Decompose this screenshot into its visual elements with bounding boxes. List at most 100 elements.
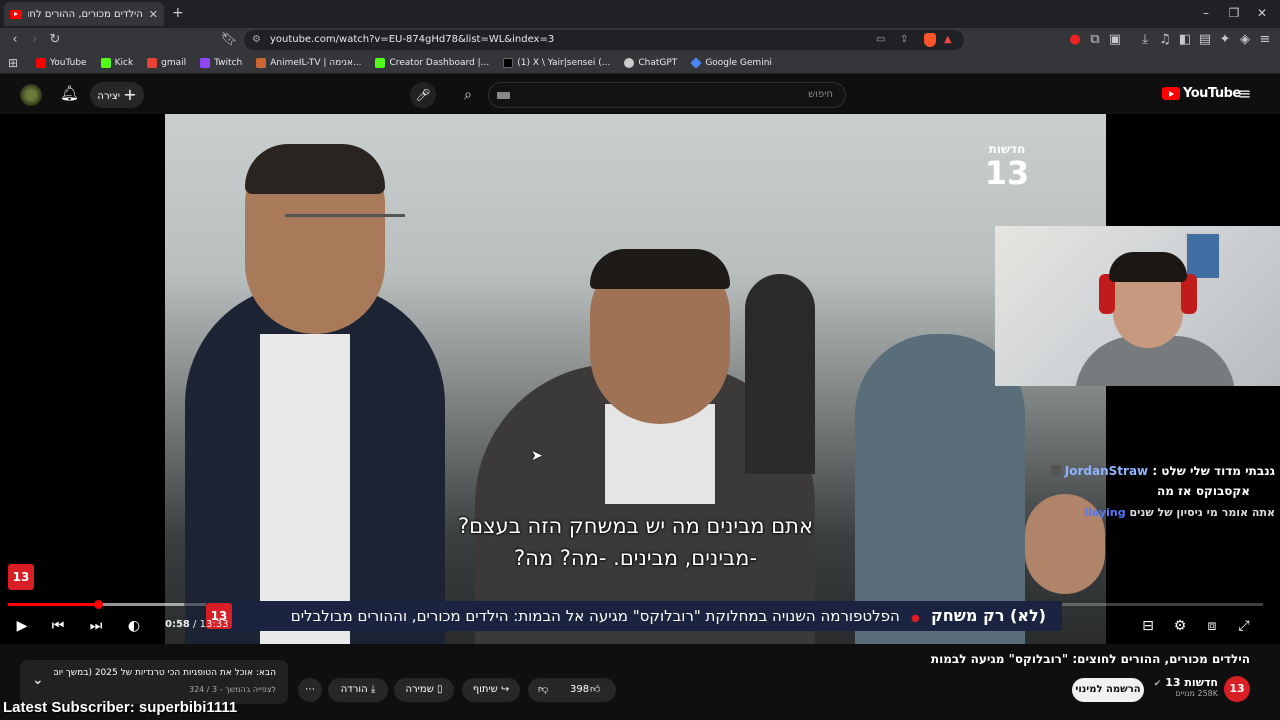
x-icon — [503, 57, 514, 68]
stream-chat-overlay: גנבתי מדוד שלי שלט : JordanStraw אקסבוקס… — [1030, 464, 1275, 519]
volume-icon[interactable]: ◐ — [122, 614, 146, 638]
like-icon[interactable]: 👍︎ — [590, 678, 600, 702]
youtube-icon — [36, 57, 46, 68]
ticker-bullet-icon: ● — [911, 613, 920, 624]
screenshot-icon[interactable]: ▣ — [1106, 31, 1124, 49]
create-label: יצירה — [97, 91, 120, 102]
brave-shield-icon[interactable] — [924, 33, 936, 47]
ticker-headline: (לא) רק משחק — [931, 606, 1046, 625]
bookmark-label: gmail — [161, 57, 187, 68]
brave-rewards-icon[interactable]: ▲ — [944, 30, 952, 50]
video-frame[interactable]: חדשות 13 אתם מבינים מה יש במשחק הזה בעצם… — [165, 114, 1106, 644]
new-tab-icon[interactable]: + — [172, 5, 184, 21]
search-input[interactable]: חיפוש — [488, 82, 846, 108]
save-button[interactable]: שמירה ▯ — [394, 678, 454, 702]
create-button[interactable]: יצירה + — [90, 82, 144, 108]
address-bar[interactable]: ⚙︎ youtube.com/watch?v=EU-874gHd78&list=… — [244, 30, 964, 50]
subscribe-button[interactable]: הרשמה למינוי — [1072, 678, 1144, 702]
bookmark-icon[interactable]: 🔖︎ — [220, 31, 238, 49]
share-button[interactable]: שיתוף ↪ — [462, 678, 520, 702]
media-icon[interactable]: ♫ — [1156, 31, 1174, 49]
leo-ai-icon[interactable]: ✦ — [1216, 31, 1234, 49]
twitch-icon — [200, 57, 211, 68]
subtitle-line-2: -מבינים, מבינים. -מה? מה? — [513, 546, 758, 570]
vpn-icon[interactable]: ◈ — [1236, 31, 1254, 49]
extensions-icon[interactable]: ⧉ — [1086, 31, 1104, 49]
avatar[interactable] — [20, 84, 42, 106]
settings-gear-icon[interactable]: ⚙ — [1168, 614, 1192, 638]
video-player[interactable]: חדשות 13 אתם מבינים מה יש במשחק הזה בעצם… — [0, 114, 1280, 644]
bookmark-twitch[interactable]: Twitch — [200, 57, 242, 68]
record-icon[interactable]: ● — [1066, 31, 1084, 49]
person-left-tshirt — [260, 334, 350, 644]
channel-13-number: 13 — [984, 154, 1030, 192]
verified-icon: ✔ — [1153, 679, 1162, 689]
voice-search-icon[interactable]: 🎤︎ — [410, 82, 436, 108]
browser-nav-bar: ‹ › ↻ 🔖︎ ⚙︎ youtube.com/watch?v=EU-874gH… — [0, 28, 1280, 52]
bookmark-kick[interactable]: Kick — [100, 57, 133, 68]
bookmarks-bar: ⊞ YouTube Kick gmail Twitch AnimeIL-TV |… — [0, 52, 1280, 74]
search-icon[interactable]: ⌕ — [452, 82, 484, 108]
restore-icon[interactable]: ❐ — [1224, 4, 1244, 22]
notifications-bell-icon[interactable]: 🔔︎ — [60, 84, 79, 102]
chevron-down-icon[interactable]: ⌄ — [32, 672, 44, 688]
kick-icon — [375, 57, 386, 68]
gmail-icon — [147, 57, 158, 68]
back-icon[interactable]: ‹ — [6, 31, 24, 49]
previous-icon[interactable]: ⏮ — [46, 614, 70, 638]
keyboard-icon[interactable] — [497, 92, 510, 99]
chat-username: JordanStraw — [1064, 464, 1149, 478]
subtitles-icon[interactable]: ⊟ — [1136, 614, 1160, 638]
cast-icon[interactable]: ▭ — [876, 30, 885, 50]
streamer-webcam — [995, 226, 1280, 386]
forward-icon[interactable]: › — [26, 31, 44, 49]
bookmark-creator-dashboard[interactable]: Creator Dashboard |... — [375, 57, 489, 68]
miniplayer-icon[interactable]: ⧈ — [1200, 614, 1224, 638]
apps-grid-icon[interactable]: ⊞ — [8, 56, 18, 70]
dislike-icon[interactable]: 👎︎ — [538, 678, 548, 702]
bookmark-gemini[interactable]: Google Gemini — [690, 56, 772, 69]
bookmark-label: Google Gemini — [705, 57, 772, 68]
site-info-icon[interactable]: ⚙︎ — [252, 30, 261, 50]
chat-username: llaying — [1084, 506, 1126, 519]
chatgpt-icon — [624, 57, 635, 68]
tab-title: הילדים מכורים, ההורים לחוצים: "ר — [28, 8, 143, 20]
scrubber-handle[interactable] — [94, 600, 104, 609]
bookmark-animeil[interactable]: AnimeIL-TV | אנימה... — [256, 57, 361, 68]
bookmark-label: YouTube — [50, 57, 87, 68]
bookmark-youtube[interactable]: YouTube — [36, 57, 87, 68]
playlist-next-panel[interactable]: ⌄ הבא: אוכל את הטופגיות הכי טרנדיות של 2… — [20, 660, 288, 704]
download-icon: ⤓ — [370, 684, 376, 695]
downloads-icon[interactable]: ⤓ — [1136, 31, 1154, 49]
chat-text: אתה אומר מי ניסיון של שנים — [1129, 506, 1275, 519]
bookmark-chatgpt[interactable]: ChatGPT — [624, 57, 677, 68]
bookmark-gmail[interactable]: gmail — [147, 57, 187, 68]
kick-badge-icon — [1050, 465, 1061, 475]
sidebar-icon[interactable]: ◧ — [1176, 31, 1194, 49]
fullscreen-icon[interactable]: ⤢ — [1232, 614, 1256, 638]
play-icon[interactable]: ▶ — [10, 614, 34, 638]
more-actions-button[interactable]: ⋯ — [298, 678, 322, 702]
share-page-icon[interactable]: ⇪ — [900, 30, 908, 50]
youtube-logo[interactable]: YouTube — [1162, 86, 1241, 101]
close-window-icon[interactable]: ✕ — [1252, 4, 1272, 22]
bookmark-x[interactable]: (1) X \ Yair|sensei (... — [503, 57, 610, 68]
person-center-hair — [590, 249, 730, 289]
browser-tab[interactable]: הילדים מכורים, ההורים לחוצים: "ר ✕ — [4, 2, 164, 26]
share-label: שיתוף — [472, 684, 498, 695]
close-tab-icon[interactable]: ✕ — [149, 8, 158, 21]
menu-icon[interactable]: ≡ — [1256, 31, 1274, 49]
minimize-icon[interactable]: – — [1196, 4, 1216, 22]
like-dislike-group: 👍︎ 398 👎︎ — [528, 678, 616, 702]
person-left-hair — [245, 144, 385, 194]
news-ticker: (לא) רק משחק ● הפלטפורמה השנויה במחלוקת … — [206, 601, 1062, 631]
download-button[interactable]: הורדה ⤓ — [328, 678, 388, 702]
playlist-position: לצפייה בהמשך - 3 / 324 — [188, 685, 276, 694]
hamburger-menu-icon[interactable]: ≡ — [1238, 84, 1251, 103]
next-icon[interactable]: ⏭ — [84, 614, 108, 638]
subtitle-line-1: אתם מבינים מה יש במשחק הזה בעצם? — [458, 514, 813, 538]
youtube-header: 🔔︎ יצירה + 🎤︎ ⌕ חיפוש YouTube ≡ — [0, 76, 1280, 114]
reload-icon[interactable]: ↻ — [46, 31, 64, 49]
wallet-icon[interactable]: ▤ — [1196, 31, 1214, 49]
channel-avatar[interactable]: 13 — [1224, 676, 1250, 702]
